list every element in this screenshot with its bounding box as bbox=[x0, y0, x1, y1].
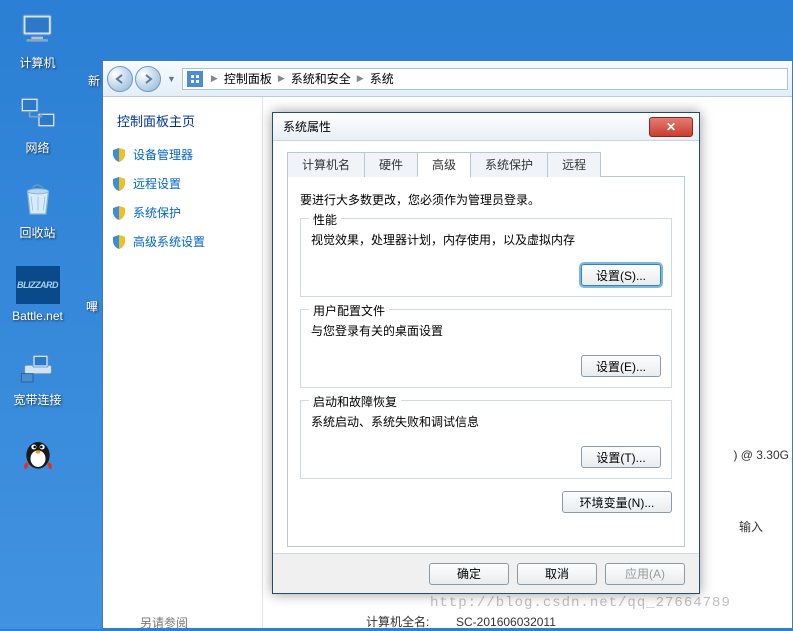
desktop-area: 计算机 网络 回收站 BLIZZARD Battle.net 宽带连接 bbox=[0, 0, 100, 629]
crumb-sep-icon: ▶ bbox=[276, 73, 287, 84]
apply-button[interactable]: 应用(A) bbox=[605, 563, 685, 585]
desktop-icon-partial: 新 bbox=[88, 72, 100, 89]
computer-name-row: 计算机全名: SC-201606032011 bbox=[366, 613, 556, 630]
tab-computer-name[interactable]: 计算机名 bbox=[287, 152, 365, 177]
cpu-speed-partial: ) @ 3.30G bbox=[733, 448, 789, 462]
side-link-label: 设备管理器 bbox=[133, 146, 193, 163]
system-properties-dialog: 系统属性 ✕ 计算机名 硬件 高级 系统保护 远程 要进行大多数更改，您必须作为… bbox=[272, 112, 700, 594]
side-link-advanced[interactable]: 高级系统设置 bbox=[111, 233, 254, 250]
tab-advanced[interactable]: 高级 bbox=[417, 152, 471, 177]
desktop-icon-recycle[interactable]: 回收站 bbox=[0, 178, 75, 241]
side-link-device-manager[interactable]: 设备管理器 bbox=[111, 146, 254, 163]
side-link-label: 高级系统设置 bbox=[133, 233, 205, 250]
admin-intro-text: 要进行大多数更改，您必须作为管理员登录。 bbox=[300, 191, 672, 208]
perf-settings-button[interactable]: 设置(S)... bbox=[581, 264, 661, 286]
desktop-icon-label: 回收站 bbox=[0, 224, 75, 241]
control-panel-home-link[interactable]: 控制面板主页 bbox=[111, 111, 254, 130]
group-title: 性能 bbox=[309, 211, 341, 228]
breadcrumb-item[interactable]: 系统 bbox=[366, 70, 398, 87]
tab-hardware[interactable]: 硬件 bbox=[364, 152, 418, 177]
group-title: 启动和故障恢复 bbox=[309, 393, 401, 410]
explorer-header: ▼ ▶ 控制面板 ▶ 系统和安全 ▶ 系统 bbox=[103, 61, 792, 97]
tab-strip: 计算机名 硬件 高级 系统保护 远程 bbox=[287, 151, 685, 177]
see-also-label: 另请参阅 bbox=[140, 614, 188, 631]
desktop-icon-partial2: 嗶 bbox=[86, 298, 98, 315]
network-icon bbox=[14, 93, 62, 137]
tab-remote[interactable]: 远程 bbox=[547, 152, 601, 177]
close-icon: ✕ bbox=[666, 120, 676, 134]
crumb-sep-icon: ▶ bbox=[209, 73, 220, 84]
dialog-titlebar: 系统属性 ✕ bbox=[273, 113, 699, 141]
address-bar[interactable]: ▶ 控制面板 ▶ 系统和安全 ▶ 系统 bbox=[182, 68, 788, 90]
desktop-icon-label: 宽带连接 bbox=[0, 391, 75, 408]
breadcrumb-item[interactable]: 系统和安全 bbox=[287, 70, 355, 87]
group-desc: 与您登录有关的桌面设置 bbox=[311, 322, 661, 339]
computer-icon bbox=[14, 8, 62, 52]
group-startup-recovery: 启动和故障恢复 系统启动、系统失败和调试信息 设置(T)... bbox=[300, 400, 672, 479]
side-link-protection[interactable]: 系统保护 bbox=[111, 204, 254, 221]
battlenet-icon: BLIZZARD bbox=[14, 263, 62, 307]
env-variables-button[interactable]: 环境变量(N)... bbox=[562, 491, 672, 513]
startup-settings-button[interactable]: 设置(T)... bbox=[581, 446, 661, 468]
shield-icon bbox=[111, 205, 127, 221]
desktop-icon-label: Battle.net bbox=[0, 309, 75, 323]
forward-button[interactable] bbox=[135, 66, 161, 92]
shield-icon bbox=[111, 147, 127, 163]
tab-page-advanced: 要进行大多数更改，您必须作为管理员登录。 性能 视觉效果，处理器计划，内存使用，… bbox=[287, 177, 685, 547]
breadcrumb-item[interactable]: 控制面板 bbox=[220, 70, 276, 87]
desktop-icon-battlenet[interactable]: BLIZZARD Battle.net bbox=[0, 263, 75, 323]
back-button[interactable] bbox=[107, 66, 133, 92]
profile-settings-button[interactable]: 设置(E)... bbox=[581, 355, 661, 377]
ok-button[interactable]: 确定 bbox=[429, 563, 509, 585]
side-panel: 控制面板主页 设备管理器 远程设置 系统保护 高级系统设置 bbox=[103, 97, 263, 628]
desktop-icon-qq[interactable] bbox=[0, 430, 75, 474]
input-partial: 输入 bbox=[739, 518, 763, 535]
computer-name-value: SC-201606032011 bbox=[456, 615, 556, 629]
dialog-title: 系统属性 bbox=[283, 118, 331, 135]
side-link-remote[interactable]: 远程设置 bbox=[111, 175, 254, 192]
group-desc: 系统启动、系统失败和调试信息 bbox=[311, 413, 661, 430]
side-link-label: 远程设置 bbox=[133, 175, 181, 192]
group-performance: 性能 视觉效果，处理器计划，内存使用，以及虚拟内存 设置(S)... bbox=[300, 218, 672, 297]
cancel-button[interactable]: 取消 bbox=[517, 563, 597, 585]
side-link-label: 系统保护 bbox=[133, 204, 181, 221]
dialog-footer: 确定 取消 应用(A) bbox=[273, 553, 699, 593]
control-panel-icon bbox=[187, 71, 203, 87]
desktop-icon-label: 计算机 bbox=[0, 54, 75, 71]
group-desc: 视觉效果，处理器计划，内存使用，以及虚拟内存 bbox=[311, 231, 661, 248]
shield-icon bbox=[111, 176, 127, 192]
shield-icon bbox=[111, 234, 127, 250]
group-title: 用户配置文件 bbox=[309, 302, 389, 319]
desktop-icon-label: 网络 bbox=[0, 139, 75, 156]
recycle-bin-icon bbox=[14, 178, 62, 222]
desktop-icon-broadband[interactable]: 宽带连接 bbox=[0, 345, 75, 408]
desktop-icon-computer[interactable]: 计算机 bbox=[0, 8, 75, 71]
group-user-profile: 用户配置文件 与您登录有关的桌面设置 设置(E)... bbox=[300, 309, 672, 388]
crumb-sep-icon: ▶ bbox=[355, 73, 366, 84]
close-button[interactable]: ✕ bbox=[649, 117, 693, 137]
penguin-icon bbox=[14, 430, 62, 474]
history-dropdown-icon[interactable]: ▼ bbox=[167, 74, 176, 84]
computer-name-label: 计算机全名: bbox=[366, 615, 429, 629]
watermark-text: http://blog.csdn.net/qq_27664789 bbox=[430, 595, 731, 611]
broadband-icon bbox=[14, 345, 62, 389]
tab-protection[interactable]: 系统保护 bbox=[470, 152, 548, 177]
desktop-icon-network[interactable]: 网络 bbox=[0, 93, 75, 156]
